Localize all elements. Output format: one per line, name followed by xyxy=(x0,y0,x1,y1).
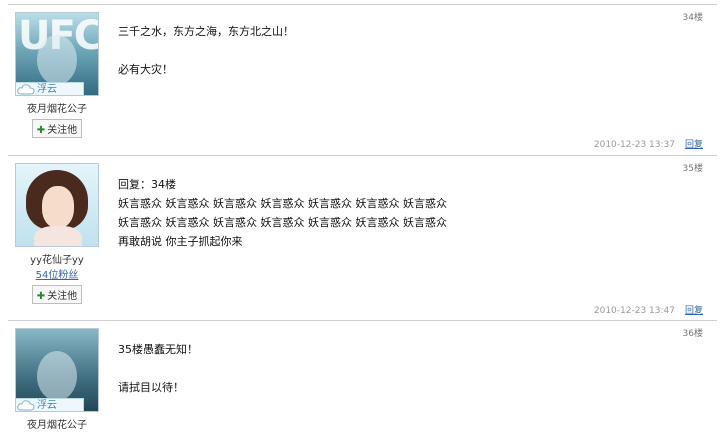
level-badge: 浮云 xyxy=(16,82,84,95)
avatar-face xyxy=(42,186,74,228)
content-line: 35楼愚蠢无知！ xyxy=(118,343,198,356)
cloud-icon xyxy=(17,84,35,95)
fans-count[interactable]: 54位粉丝 xyxy=(10,266,104,281)
avatar-body xyxy=(34,226,82,246)
reply-link[interactable]: 回复 xyxy=(685,140,703,150)
post-meta: 2010-12-23 13:37 回复 xyxy=(594,137,703,150)
avatar-face xyxy=(37,35,77,85)
post-divider xyxy=(8,4,717,5)
post-36: 浮云 夜月烟花公子 36楼 35楼愚蠢无知！ 请拭目以待！ xyxy=(0,320,725,432)
avatar[interactable]: UFC 浮云 xyxy=(15,12,99,96)
post-content: 35楼愚蠢无知！ 请拭目以待！ xyxy=(118,340,198,397)
avatar-face xyxy=(37,351,77,401)
author-panel: UFC 浮云 夜月烟花公子 ✚关注他 xyxy=(10,12,104,138)
content-line: 回复：34楼 xyxy=(118,178,176,191)
follow-label: 关注他 xyxy=(47,291,78,302)
cloud-icon xyxy=(17,400,35,411)
content-line: 请拭目以待！ xyxy=(118,381,184,394)
floor-number: 35楼 xyxy=(682,164,703,174)
post-34: UFC 浮云 夜月烟花公子 ✚关注他 34楼 三千之水，东方之海，东方北之山！ … xyxy=(0,4,725,154)
avatar[interactable]: 浮云 xyxy=(15,328,99,412)
post-content: 回复：34楼 妖言惑众 妖言惑众 妖言惑众 妖言惑众 妖言惑众 妖言惑众 妖言惑… xyxy=(118,175,447,251)
username[interactable]: yy花仙子yy xyxy=(10,251,104,266)
post-content: 三千之水，东方之海，东方北之山！ 必有大灾！ xyxy=(118,22,294,79)
post-date: 2010-12-23 13:37 xyxy=(593,140,675,150)
floor-number: 36楼 xyxy=(682,329,703,339)
post-meta: 2010-12-23 13:47 回复 xyxy=(594,303,703,316)
username[interactable]: 夜月烟花公子 xyxy=(10,100,104,115)
badge-label: 浮云 xyxy=(37,400,57,411)
content-line: 再敢胡说 你主子抓起你来 xyxy=(118,235,243,248)
level-badge: 浮云 xyxy=(16,398,84,411)
follow-button[interactable]: ✚ 关注他 xyxy=(31,119,83,138)
content-line: 三千之水，东方之海，东方北之山！ xyxy=(118,25,294,38)
follow-button[interactable]: ✚ 关注他 xyxy=(31,285,83,304)
content-line: 妖言惑众 妖言惑众 妖言惑众 妖言惑众 妖言惑众 妖言惑众 妖言惑众 xyxy=(118,216,447,229)
reply-link[interactable]: 回复 xyxy=(685,306,703,316)
author-panel: 浮云 夜月烟花公子 xyxy=(10,328,104,431)
post-divider xyxy=(8,155,717,156)
follow-label: 关注他 xyxy=(47,125,78,136)
plus-icon: ✚ xyxy=(36,291,46,302)
author-panel: yy花仙子yy 54位粉丝 ✚ 关注他 xyxy=(10,163,104,304)
post-35: yy花仙子yy 54位粉丝 ✚ 关注他 35楼 回复：34楼 妖言惑众 妖言惑众 … xyxy=(0,155,725,320)
post-date: 2010-12-23 13:47 xyxy=(593,306,675,316)
avatar[interactable] xyxy=(15,163,99,247)
content-line: 妖言惑众 妖言惑众 妖言惑众 妖言惑众 妖言惑众 妖言惑众 妖言惑众 xyxy=(118,197,447,210)
username[interactable]: 夜月烟花公子 xyxy=(10,416,104,431)
content-line xyxy=(118,41,294,60)
content-line: 必有大灾！ xyxy=(118,63,173,76)
plus-icon: ✚ xyxy=(36,125,46,136)
content-line xyxy=(118,359,198,378)
post-divider xyxy=(8,320,717,321)
badge-label: 浮云 xyxy=(37,84,57,95)
floor-number: 34楼 xyxy=(682,13,703,23)
